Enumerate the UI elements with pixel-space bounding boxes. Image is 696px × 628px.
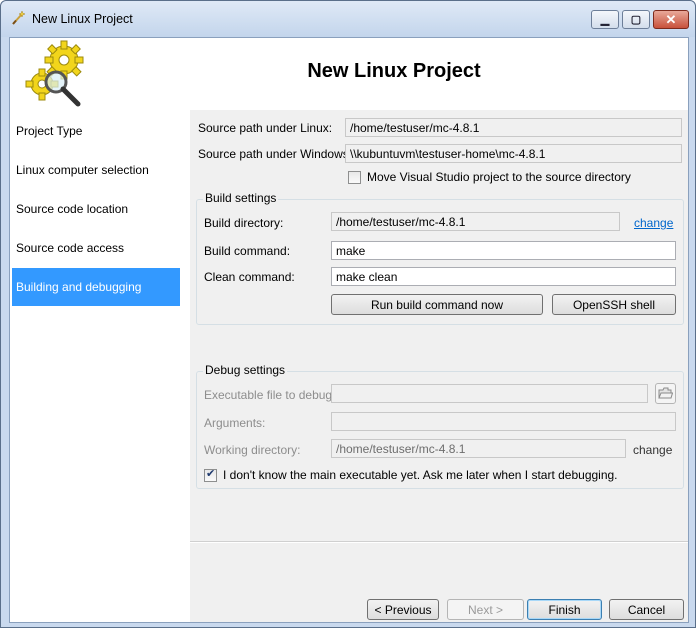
arguments-input[interactable] — [331, 412, 676, 431]
build-directory-change-link[interactable]: change — [634, 216, 673, 230]
source-path-linux-label: Source path under Linux: — [198, 121, 333, 135]
openssh-shell-button[interactable]: OpenSSH shell — [552, 294, 676, 315]
run-build-command-button[interactable]: Run build command now — [331, 294, 543, 315]
debug-settings-title: Debug settings — [203, 363, 288, 377]
wizard-footer: < Previous Next > Finish Cancel — [190, 542, 688, 622]
cancel-button[interactable]: Cancel — [609, 599, 684, 620]
source-path-windows-label: Source path under Windows: — [198, 147, 353, 161]
window: New Linux Project ▁ ▢ ✕ New Linux Projec… — [0, 0, 696, 628]
finish-label: Finish — [548, 602, 581, 617]
wizard-wand-icon — [12, 10, 26, 25]
sidebar-item-linux-computer-selection[interactable]: Linux computer selection — [12, 151, 180, 189]
cancel-label: Cancel — [627, 602, 666, 617]
sidebar-item-source-code-location[interactable]: Source code location — [12, 190, 180, 228]
minimize-button[interactable]: ▁ — [591, 10, 619, 29]
next-button[interactable]: Next > — [447, 599, 524, 620]
window-title: New Linux Project — [32, 12, 133, 26]
dont-know-executable-checkbox[interactable] — [204, 467, 217, 482]
previous-button[interactable]: < Previous — [367, 599, 439, 620]
wizard-header: New Linux Project — [10, 38, 688, 110]
dialog-body: New Linux Project Project Type Linux com… — [9, 37, 689, 623]
title-bar[interactable]: New Linux Project ▁ ▢ ✕ — [1, 1, 695, 37]
close-button[interactable]: ✕ — [653, 10, 689, 29]
sidebar-item-building-and-debugging[interactable]: Building and debugging — [12, 268, 180, 306]
move-project-label: Move Visual Studio project to the source… — [367, 170, 631, 184]
arguments-label: Arguments: — [204, 416, 266, 430]
source-path-windows-field: \\kubuntuvm\testuser-home\mc-4.8.1 — [345, 144, 682, 163]
page-title: New Linux Project — [307, 60, 481, 82]
wizard-steps: Project Type Linux computer selection So… — [10, 110, 190, 622]
folder-open-icon — [658, 387, 673, 399]
previous-label: < Previous — [374, 602, 432, 617]
move-project-checkbox[interactable] — [348, 171, 361, 184]
browse-executable-button[interactable] — [655, 383, 676, 404]
sidebar-item-source-code-access[interactable]: Source code access — [12, 229, 180, 267]
source-path-linux-field: /home/testuser/mc-4.8.1 — [345, 118, 682, 137]
build-settings-title: Build settings — [203, 191, 279, 205]
build-directory-label: Build directory: — [204, 216, 284, 230]
working-directory-label: Working directory: — [204, 443, 301, 457]
clean-command-input[interactable]: make clean — [331, 267, 676, 286]
executable-file-label: Executable file to debug: — [204, 388, 336, 402]
executable-file-input[interactable] — [331, 384, 648, 403]
next-label: Next > — [467, 602, 503, 617]
close-icon: ✕ — [665, 11, 677, 27]
working-directory-change-link[interactable]: change — [633, 443, 672, 457]
working-directory-field: /home/testuser/mc-4.8.1 — [331, 439, 626, 458]
dont-know-executable-label: I don't know the main executable yet. As… — [223, 468, 618, 482]
build-command-label: Build command: — [204, 244, 291, 258]
maximize-button[interactable]: ▢ — [622, 10, 650, 29]
sidebar-item-project-type[interactable]: Project Type — [12, 112, 180, 150]
finish-button[interactable]: Finish — [527, 599, 602, 620]
clean-command-label: Clean command: — [204, 270, 295, 284]
build-directory-field: /home/testuser/mc-4.8.1 — [331, 212, 620, 231]
minimize-icon: ▁ — [600, 14, 610, 26]
build-command-input[interactable]: make — [331, 241, 676, 260]
maximize-icon: ▢ — [630, 14, 642, 26]
